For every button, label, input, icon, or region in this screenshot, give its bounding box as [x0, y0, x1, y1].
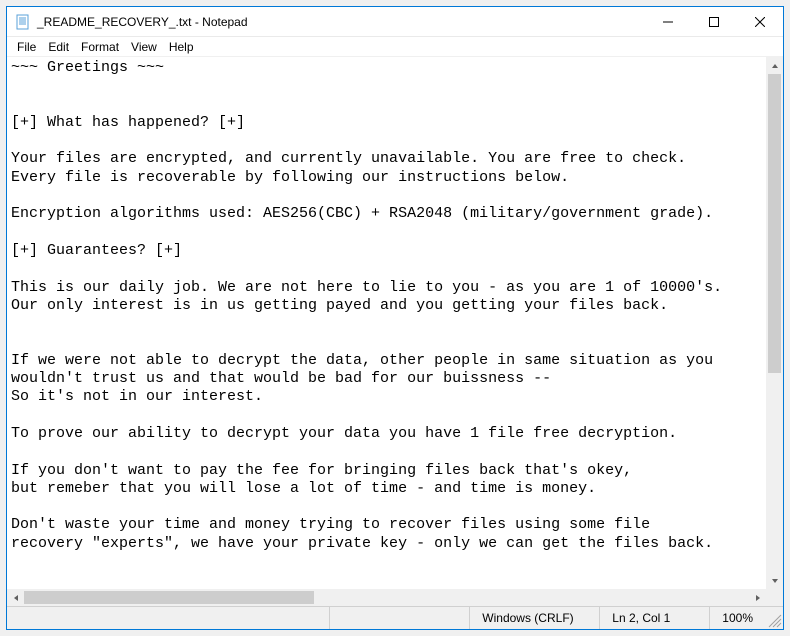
minimize-button[interactable] [645, 7, 691, 36]
window-title: _README_RECOVERY_.txt - Notepad [37, 15, 645, 29]
scroll-corner [766, 589, 783, 606]
status-position: Ln 2, Col 1 [599, 607, 709, 629]
status-blank [329, 607, 469, 629]
maximize-button[interactable] [691, 7, 737, 36]
scroll-up-arrow-icon[interactable] [766, 57, 783, 74]
text-editor[interactable]: ~~~ Greetings ~~~ [+] What has happened?… [7, 57, 766, 589]
titlebar: _README_RECOVERY_.txt - Notepad [7, 7, 783, 37]
scroll-track-vertical[interactable] [766, 74, 783, 572]
resize-grip-icon[interactable] [765, 607, 783, 629]
editor-area: ~~~ Greetings ~~~ [+] What has happened?… [7, 57, 783, 606]
statusbar: Windows (CRLF) Ln 2, Col 1 100% [7, 606, 783, 629]
notepad-window: _README_RECOVERY_.txt - Notepad File Edi… [6, 6, 784, 630]
scroll-thumb-horizontal[interactable] [24, 591, 314, 604]
menu-edit[interactable]: Edit [42, 38, 75, 56]
window-controls [645, 7, 783, 36]
vertical-scrollbar[interactable] [766, 57, 783, 589]
scroll-track-horizontal[interactable] [24, 589, 749, 606]
scroll-down-arrow-icon[interactable] [766, 572, 783, 589]
menu-view[interactable]: View [125, 38, 163, 56]
scroll-thumb-vertical[interactable] [768, 74, 781, 373]
menu-format[interactable]: Format [75, 38, 125, 56]
status-encoding: Windows (CRLF) [469, 607, 599, 629]
status-zoom: 100% [709, 607, 765, 629]
menu-file[interactable]: File [11, 38, 42, 56]
scroll-left-arrow-icon[interactable] [7, 589, 24, 606]
menu-help[interactable]: Help [163, 38, 200, 56]
horizontal-scrollbar[interactable] [7, 589, 766, 606]
scroll-right-arrow-icon[interactable] [749, 589, 766, 606]
menubar: File Edit Format View Help [7, 37, 783, 57]
notepad-icon [15, 14, 31, 30]
close-button[interactable] [737, 7, 783, 36]
